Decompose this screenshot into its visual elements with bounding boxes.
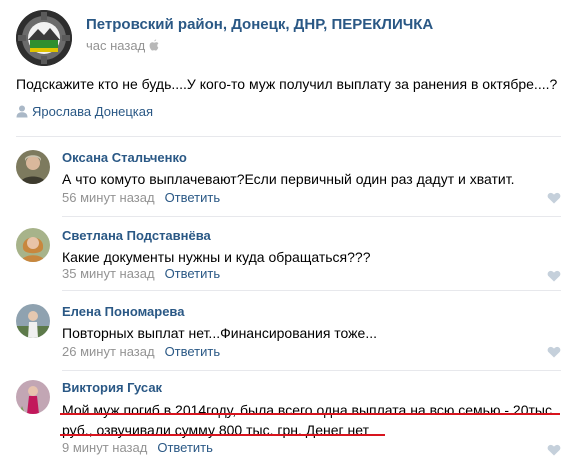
comment-avatar[interactable] (16, 228, 50, 262)
comment: Виктория Гусак Мой муж погиб в 2014году,… (16, 380, 561, 464)
comment-time[interactable]: 26 минут назад (62, 344, 155, 359)
post-header: Петровский район, Донецк, ДНР, ПЕРЕКЛИЧК… (16, 10, 561, 66)
post-time[interactable]: час назад (86, 38, 159, 54)
comment-avatar[interactable] (16, 304, 50, 338)
comment-text: Какие документы нужны и куда обращаться?… (62, 249, 371, 265)
comment-avatar[interactable] (16, 150, 50, 184)
comment-meta: 35 минут назад Ответить (62, 266, 220, 281)
heart-icon[interactable] (547, 444, 561, 456)
comment-author[interactable]: Светлана Подставнёва (62, 228, 211, 243)
divider (62, 290, 561, 291)
comment-meta: 56 минут назад Ответить (62, 190, 220, 205)
reply-button[interactable]: Ответить (165, 190, 221, 205)
divider (62, 216, 561, 217)
group-avatar[interactable] (16, 10, 72, 66)
comment-meta: 26 минут назад Ответить (62, 344, 220, 359)
comment: Светлана Подставнёва Какие документы нуж… (16, 228, 561, 294)
user-icon (16, 105, 28, 121)
group-logo (16, 10, 72, 66)
comment-author[interactable]: Виктория Гусак (62, 380, 162, 395)
comment-author[interactable]: Оксана Стальченко (62, 150, 187, 165)
comment-text: А что комуто выплачевают?Если первичный … (62, 171, 515, 187)
comment-text-line: Мой муж погиб в 2014году, была всего одн… (62, 402, 556, 418)
comment: Елена Пономарева Повторных выплат нет...… (16, 304, 561, 371)
comment-avatar[interactable] (16, 380, 50, 414)
divider (62, 370, 561, 371)
comment-author[interactable]: Елена Пономарева (62, 304, 184, 319)
post-author-name: Ярослава Донецкая (32, 104, 154, 119)
group-name[interactable]: Петровский район, Донецк, ДНР, ПЕРЕКЛИЧК… (86, 16, 433, 33)
heart-icon[interactable] (547, 192, 561, 204)
apple-icon (149, 39, 159, 54)
reply-button[interactable]: Ответить (157, 440, 213, 455)
comment-text: Повторных выплат нет...Финансирования то… (62, 325, 377, 341)
comment-meta: 9 минут назад Ответить (62, 440, 213, 455)
comment-time[interactable]: 56 минут назад (62, 190, 155, 205)
comment-time[interactable]: 35 минут назад (62, 266, 155, 281)
highlight-underline (60, 434, 385, 436)
post-author[interactable]: Ярослава Донецкая (16, 104, 153, 121)
heart-icon[interactable] (547, 270, 561, 282)
post-time-text: час назад (86, 38, 146, 53)
highlight-underline (60, 413, 560, 415)
reply-button[interactable]: Ответить (165, 266, 221, 281)
reply-button[interactable]: Ответить (165, 344, 221, 359)
comment: Оксана Стальченко А что комуто выплачева… (16, 150, 561, 217)
post-text: Подскажите кто не будь....У кого-то муж … (16, 76, 558, 92)
heart-icon[interactable] (547, 346, 561, 358)
comment-time[interactable]: 9 минут назад (62, 440, 147, 455)
comment-text-line: руб., озвучивали сумму 800 тыс. грн. Ден… (62, 422, 370, 438)
divider (16, 136, 561, 137)
